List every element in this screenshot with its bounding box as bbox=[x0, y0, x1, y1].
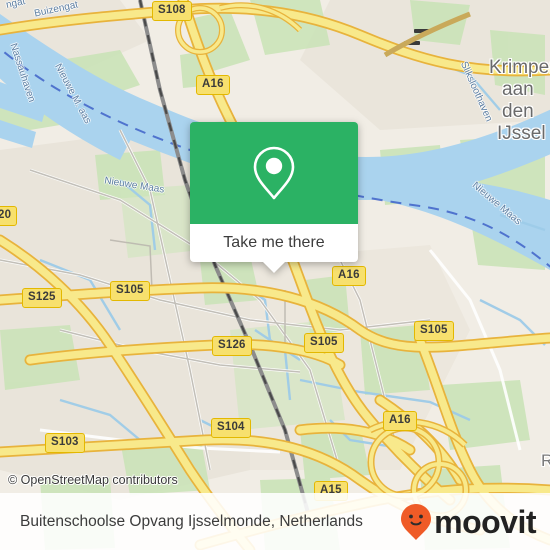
moovit-pin-smiley-icon bbox=[401, 503, 432, 540]
location-title: Buitenschoolse Opvang Ijsselmonde, Nethe… bbox=[20, 512, 363, 530]
road-shield: A16 bbox=[383, 411, 417, 431]
road-shield: A16 bbox=[332, 266, 366, 286]
place-label: IJssel bbox=[497, 123, 546, 144]
place-label: aan bbox=[502, 79, 534, 100]
location-popup-card[interactable]: Take me there bbox=[190, 122, 358, 273]
road-shield: S126 bbox=[212, 336, 252, 356]
take-me-there-label: Take me there bbox=[223, 234, 325, 251]
road-shield: S105 bbox=[304, 333, 344, 353]
road-shield: S125 bbox=[22, 288, 62, 308]
moovit-wordmark: moovit bbox=[434, 503, 536, 540]
moovit-logo[interactable]: moovit bbox=[400, 503, 536, 541]
popup-pointer bbox=[263, 262, 285, 273]
popup-action-area[interactable]: Take me there bbox=[190, 224, 358, 273]
place-label: den bbox=[502, 101, 534, 122]
moovit-map-screen: ngat Buizengat Nassauhaven Nieuwe M. aas… bbox=[0, 0, 550, 550]
osm-attribution[interactable]: © OpenStreetMap contributors bbox=[8, 473, 178, 487]
map-pin-icon bbox=[253, 146, 295, 200]
road-shield: S104 bbox=[211, 418, 251, 438]
road-shield: S103 bbox=[45, 433, 85, 453]
bottom-bar: Buitenschoolse Opvang Ijsselmonde, Nethe… bbox=[0, 493, 550, 550]
map-canvas[interactable]: ngat Buizengat Nassauhaven Nieuwe M. aas… bbox=[0, 0, 550, 550]
road-shield: S105 bbox=[414, 321, 454, 341]
road-shield: 20 bbox=[0, 206, 18, 226]
road-shield: S108 bbox=[152, 1, 192, 21]
place-label: R bbox=[541, 451, 550, 470]
place-label: Krimpen bbox=[489, 57, 550, 78]
popup-image-area bbox=[190, 122, 358, 224]
road-shield: S105 bbox=[110, 281, 150, 301]
road-shield: A16 bbox=[196, 75, 230, 95]
